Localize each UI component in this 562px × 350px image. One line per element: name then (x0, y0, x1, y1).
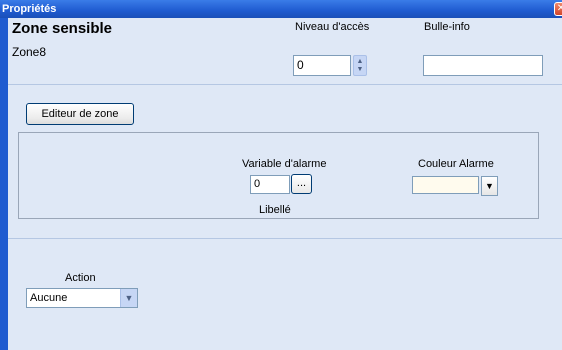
chevron-down-icon[interactable]: ▼ (357, 66, 364, 74)
access-level-spinner[interactable]: ▲ ▼ (353, 55, 367, 76)
zone-editor-button[interactable]: Editeur de zone (26, 103, 134, 125)
tooltip-input[interactable] (423, 55, 543, 76)
access-level-label: Niveau d'accès (295, 21, 370, 33)
access-level-input[interactable]: 0 (293, 55, 351, 76)
zone-name: Zone8 (12, 45, 47, 59)
action-selected-value: Aucune (30, 292, 68, 304)
browse-variable-button[interactable]: ... (291, 174, 312, 194)
action-select[interactable]: Aucune ▼ (26, 288, 138, 308)
alarm-variable-input[interactable]: 0 (250, 175, 290, 194)
chevron-down-icon[interactable]: ▼ (481, 176, 498, 196)
alarm-color-label: Couleur Alarme (418, 158, 494, 170)
section-divider (8, 238, 562, 239)
action-label: Action (65, 272, 96, 284)
libelle-label: Libellé (259, 204, 291, 216)
chevron-down-icon[interactable]: ▼ (120, 289, 137, 307)
tooltip-label: Bulle-info (424, 21, 470, 33)
alarm-variable-label: Variable d'alarme (242, 158, 327, 170)
zone-type-title: Zone sensible (12, 20, 113, 37)
window-title: Propriétés (2, 3, 57, 15)
close-icon[interactable]: ✕ (554, 2, 562, 16)
properties-window: Propriétés ✕ Zone sensible Zone8 Niveau … (0, 0, 562, 350)
left-accent-bar (0, 18, 8, 350)
title-bar[interactable]: Propriétés ✕ (0, 0, 562, 18)
chevron-up-icon[interactable]: ▲ (357, 58, 364, 66)
alarm-color-swatch[interactable] (412, 176, 479, 194)
